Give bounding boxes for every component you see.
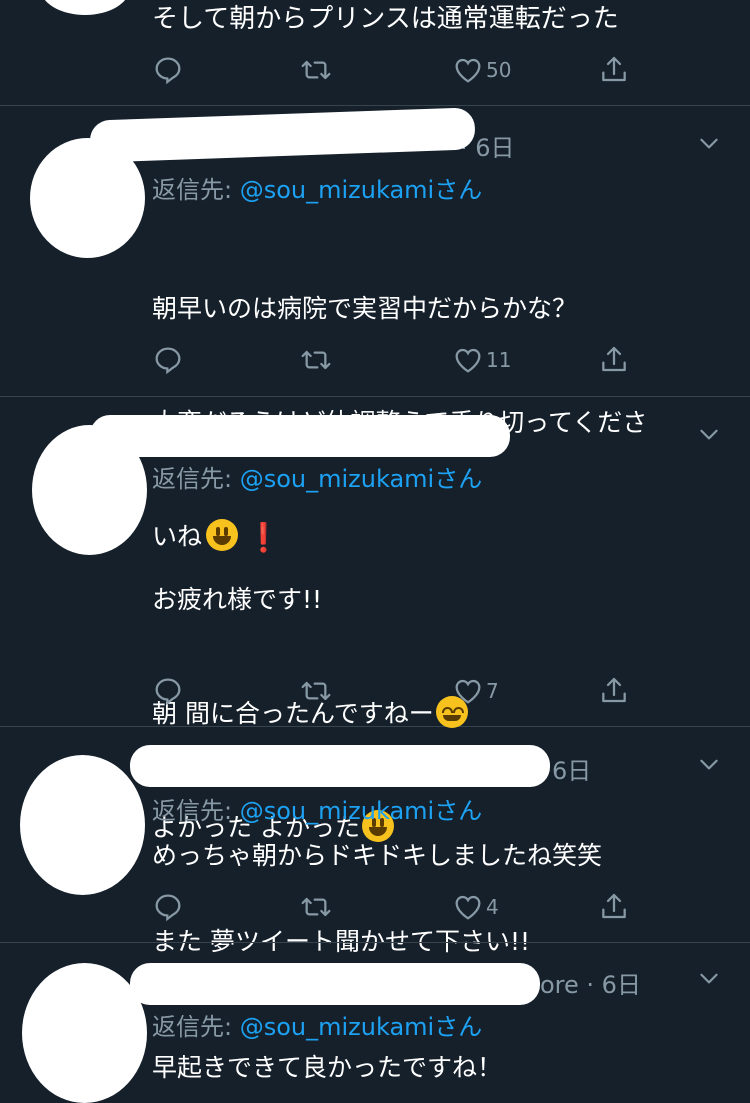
chevron-down-icon[interactable] bbox=[696, 421, 722, 447]
avatar-redaction bbox=[22, 963, 147, 1103]
share-icon bbox=[602, 677, 626, 703]
like-button[interactable]: 7 bbox=[452, 671, 499, 711]
heart-icon bbox=[455, 895, 481, 920]
retweet-button[interactable] bbox=[300, 671, 332, 711]
tweet-2[interactable]: 返信先: @sou_mizukamiさん お疲れ様です!! 朝 間に合ったんです… bbox=[0, 397, 750, 956]
heart-icon bbox=[455, 348, 481, 373]
like-count: 11 bbox=[486, 348, 512, 372]
body-line: お疲れ様です!! bbox=[152, 585, 323, 614]
reply-button[interactable] bbox=[152, 50, 184, 90]
heart-icon bbox=[455, 679, 481, 704]
like-button[interactable]: 50 bbox=[452, 50, 511, 90]
tweet-4[interactable]: ore · 6日 返信先: @sou_mizukamiさん 早起きできて良かった… bbox=[0, 943, 750, 1103]
reply-context: 返信先: @sou_mizukamiさん bbox=[152, 170, 482, 205]
reply-prefix: 返信先: bbox=[152, 797, 240, 825]
avatar-redaction bbox=[40, 0, 130, 15]
reply-prefix: 返信先: bbox=[152, 465, 240, 493]
name-redaction bbox=[90, 415, 510, 457]
reply-suffix: さん bbox=[434, 465, 483, 493]
name-redaction bbox=[130, 745, 550, 787]
reply-icon bbox=[155, 57, 181, 85]
reply-context: 返信先: @sou_mizukamiさん bbox=[152, 791, 482, 826]
name-redaction bbox=[89, 107, 476, 163]
reply-icon bbox=[155, 894, 181, 922]
retweet-button[interactable] bbox=[300, 340, 332, 380]
reply-suffix: さん bbox=[434, 176, 483, 204]
reply-suffix: さん bbox=[434, 1013, 483, 1041]
tweet-1-actions: 11 bbox=[150, 340, 650, 380]
heart-icon bbox=[455, 58, 481, 83]
reply-context: 返信先: @sou_mizukamiさん bbox=[152, 1007, 482, 1042]
tweet-3[interactable]: 6日 返信先: @sou_mizukamiさん めっちゃ朝からドキドキしましたね… bbox=[0, 727, 750, 943]
retweet-icon bbox=[301, 897, 331, 917]
tweet-4-header: ore · 6日 bbox=[540, 971, 641, 999]
retweet-button[interactable] bbox=[300, 50, 332, 90]
tweet-0-body: そして朝からプリンスは通常運転だった bbox=[152, 4, 619, 34]
tweet-2-actions: 7 bbox=[150, 671, 650, 711]
reply-handle-link[interactable]: @sou_mizukami bbox=[240, 176, 434, 204]
like-count: 4 bbox=[486, 895, 499, 919]
reply-prefix: 返信先: bbox=[152, 176, 240, 204]
reply-icon bbox=[155, 678, 181, 706]
reply-context: 返信先: @sou_mizukamiさん bbox=[152, 459, 482, 494]
reply-button[interactable] bbox=[152, 340, 184, 380]
share-icon bbox=[602, 893, 626, 919]
retweet-icon bbox=[301, 60, 331, 80]
share-button[interactable] bbox=[598, 671, 630, 711]
share-button[interactable] bbox=[598, 887, 630, 927]
retweet-button[interactable] bbox=[300, 887, 332, 927]
tweet-0-actions: 50 bbox=[150, 50, 650, 90]
tweet-0[interactable]: そして朝からプリンスは通常運転だった 50 bbox=[0, 0, 750, 106]
chevron-down-icon[interactable] bbox=[696, 751, 722, 777]
share-button[interactable] bbox=[598, 50, 630, 90]
like-button[interactable]: 4 bbox=[452, 887, 499, 927]
reply-handle-link[interactable]: @sou_mizukami bbox=[240, 465, 434, 493]
tweet-3-header: 6日 bbox=[552, 757, 592, 785]
reply-handle-link[interactable]: @sou_mizukami bbox=[240, 1013, 434, 1041]
reply-handle-link[interactable]: @sou_mizukami bbox=[240, 797, 434, 825]
tweet-4-body: 早起きできて良かったですね！ bbox=[152, 1053, 503, 1082]
reply-button[interactable] bbox=[152, 671, 184, 711]
tweet-3-actions: 4 bbox=[150, 887, 650, 927]
like-count: 50 bbox=[486, 58, 512, 82]
reply-prefix: 返信先: bbox=[152, 1013, 240, 1041]
like-count: 7 bbox=[486, 679, 499, 703]
reply-button[interactable] bbox=[152, 887, 184, 927]
name-redaction bbox=[130, 963, 540, 1005]
share-button[interactable] bbox=[598, 340, 630, 380]
share-icon bbox=[602, 346, 626, 372]
tweet-3-body: めっちゃ朝からドキドキしましたね笑笑 bbox=[152, 841, 603, 870]
reply-icon bbox=[155, 347, 181, 375]
share-icon bbox=[602, 56, 626, 82]
tweet-1[interactable]: · 6日 返信先: @sou_mizukamiさん 朝早いのは病院で実習中だから… bbox=[0, 106, 750, 554]
avatar-redaction bbox=[20, 755, 145, 895]
retweet-icon bbox=[301, 350, 331, 370]
reply-suffix: さん bbox=[434, 797, 483, 825]
body-line: 朝早いのは病院で実習中だからかな？ bbox=[152, 294, 578, 323]
retweet-icon bbox=[301, 681, 331, 701]
chevron-down-icon[interactable] bbox=[696, 130, 722, 156]
chevron-down-icon[interactable] bbox=[696, 965, 722, 991]
like-button[interactable]: 11 bbox=[452, 340, 511, 380]
